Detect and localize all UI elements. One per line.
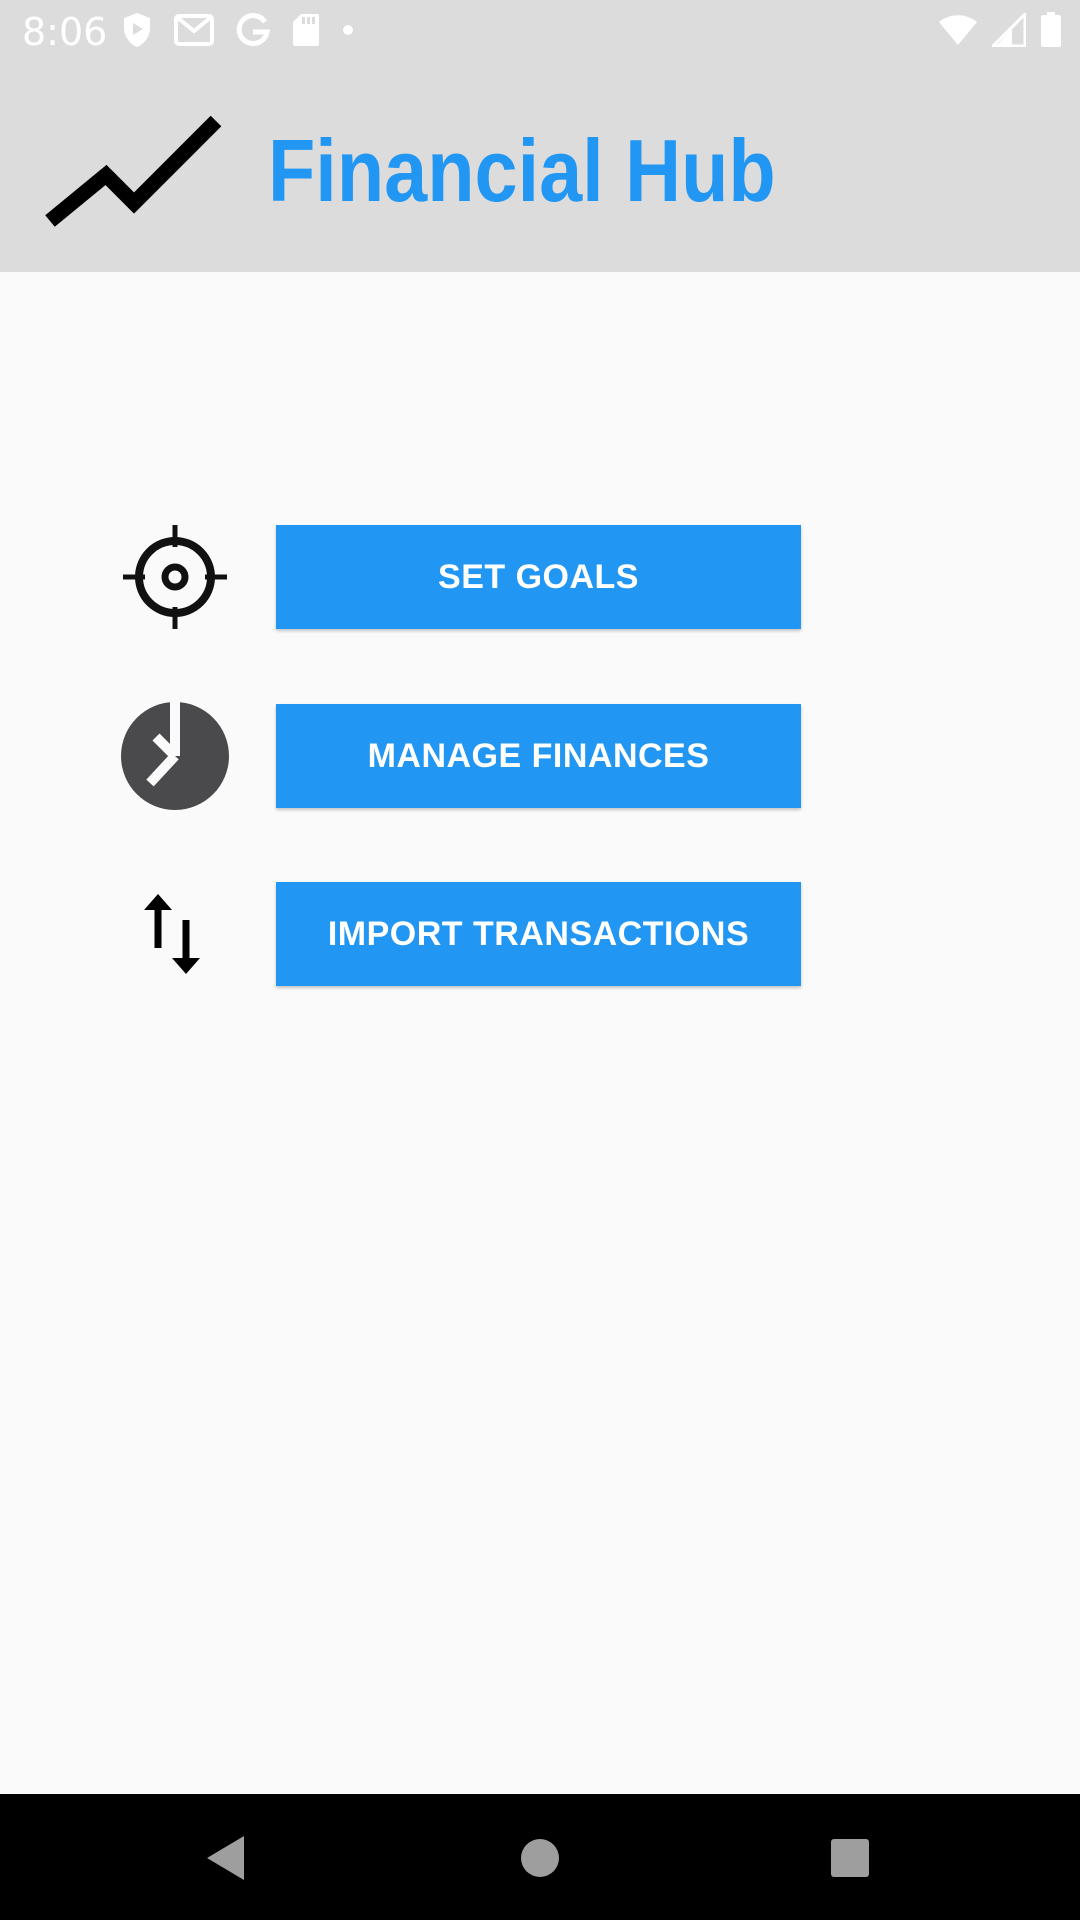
gmail-icon xyxy=(174,13,214,51)
shield-icon xyxy=(122,12,152,53)
home-icon[interactable] xyxy=(500,1818,580,1898)
navigation-bar xyxy=(0,1794,1080,1920)
menu-row-manage-finances: MANAGE FINANCES xyxy=(0,701,1080,810)
status-bar: 8:06 xyxy=(0,0,1080,63)
back-icon[interactable] xyxy=(186,1818,266,1898)
set-goals-button[interactable]: SET GOALS xyxy=(276,525,801,629)
notification-icons xyxy=(122,12,376,52)
dot-icon xyxy=(342,23,354,41)
signal-icon xyxy=(989,9,1027,52)
battery-icon xyxy=(1040,11,1062,53)
wifi-icon xyxy=(938,14,978,51)
pie-chart-icon xyxy=(115,701,235,810)
recents-icon[interactable] xyxy=(810,1818,890,1898)
app-bar: Financial Hub xyxy=(0,63,1080,272)
manage-finances-button[interactable]: MANAGE FINANCES xyxy=(276,704,801,808)
google-icon xyxy=(236,12,270,52)
menu-row-set-goals: SET GOALS xyxy=(0,525,1080,629)
trend-line-icon xyxy=(44,107,224,227)
swap-vertical-icon xyxy=(115,882,235,986)
menu-row-import-transactions: IMPORT TRANSACTIONS xyxy=(0,882,1080,986)
target-icon xyxy=(115,525,235,629)
sd-card-icon xyxy=(292,13,320,52)
import-transactions-button[interactable]: IMPORT TRANSACTIONS xyxy=(276,882,801,986)
app-title: Financial Hub xyxy=(268,121,776,220)
system-icons xyxy=(924,9,1062,53)
status-time: 8:06 xyxy=(22,10,108,54)
